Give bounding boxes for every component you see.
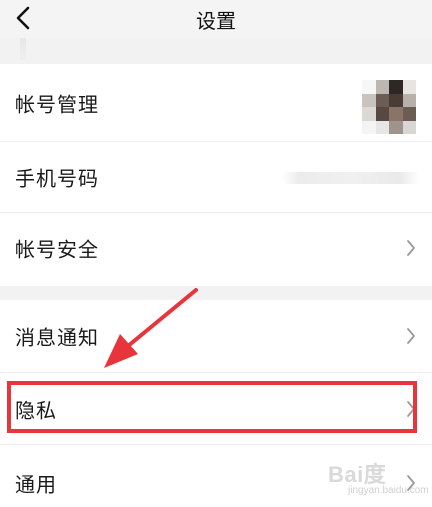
general-settings-group: 消息通知 隐私 通用 bbox=[0, 300, 432, 507]
avatar[interactable] bbox=[362, 80, 416, 134]
settings-screen: 设置 帐号管理 手机号码 帐号安全 消息通知 隐私 通用 Bai度 jingya… bbox=[0, 0, 432, 507]
divider bbox=[0, 444, 432, 445]
row-label: 手机号码 bbox=[15, 166, 99, 191]
row-account-security[interactable]: 帐号安全 bbox=[0, 213, 432, 283]
row-label: 帐号安全 bbox=[15, 237, 99, 262]
account-settings-group: 帐号管理 手机号码 帐号安全 bbox=[0, 64, 432, 286]
chevron-right-icon bbox=[407, 401, 415, 417]
page-title: 设置 bbox=[196, 9, 236, 33]
row-label: 隐私 bbox=[15, 398, 57, 423]
masked-phone-value bbox=[282, 172, 420, 184]
nav-header: 设置 bbox=[0, 0, 432, 38]
chevron-right-icon bbox=[407, 475, 415, 491]
chevron-right-icon bbox=[407, 240, 415, 256]
row-label: 帐号管理 bbox=[15, 92, 99, 117]
scroll-indicator bbox=[20, 38, 26, 60]
row-general[interactable]: 通用 bbox=[0, 448, 432, 507]
row-label: 消息通知 bbox=[15, 325, 99, 350]
row-phone-number[interactable]: 手机号码 bbox=[0, 142, 432, 212]
chevron-right-icon bbox=[407, 328, 415, 344]
row-message-notifications[interactable]: 消息通知 bbox=[0, 301, 432, 371]
row-label: 通用 bbox=[15, 472, 57, 497]
row-privacy[interactable]: 隐私 bbox=[0, 374, 432, 444]
row-account-management[interactable]: 帐号管理 bbox=[0, 68, 432, 138]
divider bbox=[0, 372, 432, 373]
